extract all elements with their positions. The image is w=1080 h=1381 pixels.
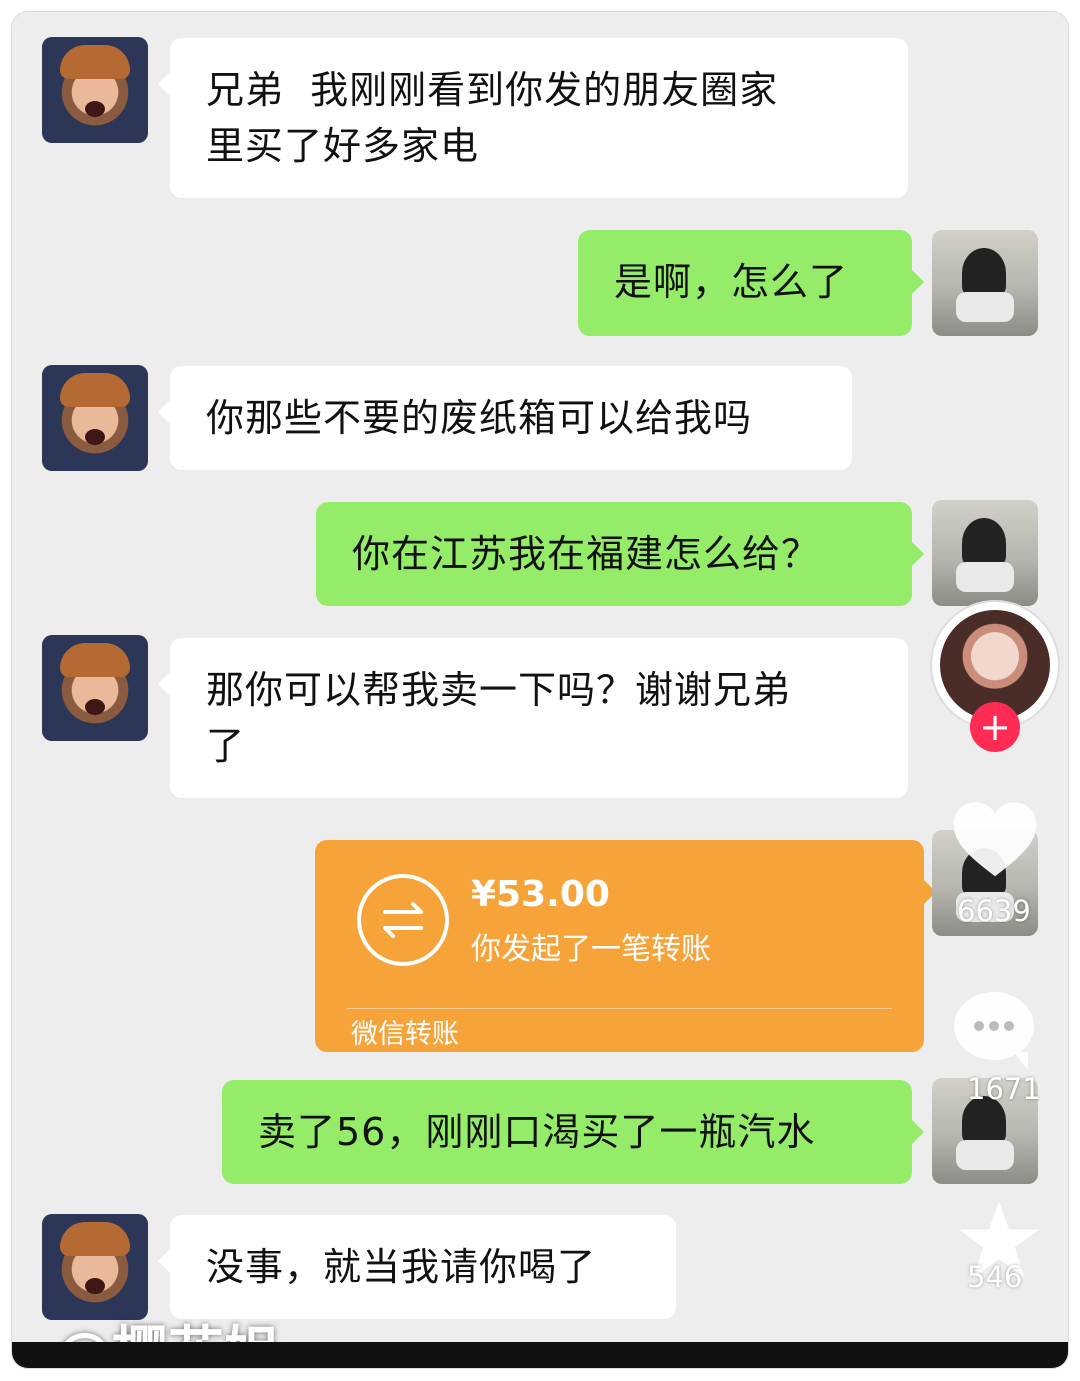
avatar-hair: [60, 45, 130, 79]
message-text: 兄弟 我刚刚看到你发的朋友圈家 里买了好多家电: [206, 68, 779, 168]
friend-avatar[interactable]: [42, 365, 148, 471]
comment-dot: [1004, 1021, 1014, 1031]
message-bubble-me[interactable]: 是啊，怎么了: [578, 230, 924, 336]
avatar-mouth: [85, 1278, 105, 1294]
friend-avatar[interactable]: [42, 1214, 148, 1320]
avatar-legs: [956, 1140, 1014, 1170]
avatar-legs: [956, 292, 1014, 322]
favorite-count: 546: [967, 1260, 1023, 1294]
transfer-description: 你发起了一笔转账: [471, 932, 711, 967]
avatar-hair: [60, 1222, 130, 1256]
message-bubble-friend[interactable]: 你那些不要的废纸箱可以给我吗: [158, 366, 852, 470]
avatar-torso: [962, 518, 1006, 568]
message-text: 你那些不要的废纸箱可以给我吗: [206, 396, 753, 440]
exchange-arrows-icon-graphic: [383, 902, 423, 938]
avatar-mouth: [85, 101, 105, 117]
bottom-strip: [12, 1342, 1068, 1368]
transfer-footer-label: 微信转账: [351, 1019, 459, 1050]
avatar-torso: [962, 248, 1006, 298]
transfer-divider: [347, 1008, 892, 1009]
avatar-legs: [956, 562, 1014, 592]
avatar-hair: [60, 643, 130, 677]
message-bubble-me[interactable]: 卖了56，刚刚口渴买了一瓶汽水: [222, 1080, 924, 1184]
message-text: 那你可以帮我卖一下吗？谢谢兄弟 了: [206, 668, 792, 768]
transfer-card[interactable]: ¥53.00 你发起了一笔转账 微信转账: [315, 840, 936, 1052]
friend-avatar[interactable]: [42, 635, 148, 741]
comment-dot: [974, 1021, 984, 1031]
message-bubble-friend[interactable]: 兄弟 我刚刚看到你发的朋友圈家 里买了好多家电: [158, 38, 908, 198]
friend-avatar[interactable]: [42, 37, 148, 143]
message-bubble-friend[interactable]: 那你可以帮我卖一下吗？谢谢兄弟 了: [158, 638, 908, 798]
like-count: 6639: [957, 894, 1031, 928]
message-text: 是啊，怎么了: [614, 260, 849, 304]
transfer-amount: ¥53.00: [471, 874, 610, 915]
avatar-hair: [60, 373, 130, 407]
chat-screenshot: 兄弟 我刚刚看到你发的朋友圈家 里买了好多家电 是啊，怎么了 你那些不要的废纸箱…: [12, 12, 1068, 1368]
avatar-mouth: [85, 699, 105, 715]
my-avatar[interactable]: [932, 230, 1038, 336]
my-avatar[interactable]: [932, 500, 1038, 606]
comment-count: 1671: [967, 1072, 1041, 1106]
plus-icon[interactable]: +: [970, 702, 1020, 752]
avatar-mouth: [85, 429, 105, 445]
comment-bubble-icon[interactable]: [954, 992, 1034, 1070]
message-bubble-friend[interactable]: 没事，就当我请你喝了: [158, 1215, 676, 1319]
message-bubble-me[interactable]: 你在江苏我在福建怎么给？: [316, 502, 924, 606]
heart-icon[interactable]: [952, 802, 1038, 880]
comment-dot: [989, 1021, 999, 1031]
exchange-arrows-icon: [357, 874, 449, 966]
message-text: 卖了56，刚刚口渴买了一瓶汽水: [258, 1110, 816, 1154]
message-text: 没事，就当我请你喝了: [206, 1245, 597, 1289]
message-text: 你在江苏我在福建怎么给？: [352, 532, 821, 576]
